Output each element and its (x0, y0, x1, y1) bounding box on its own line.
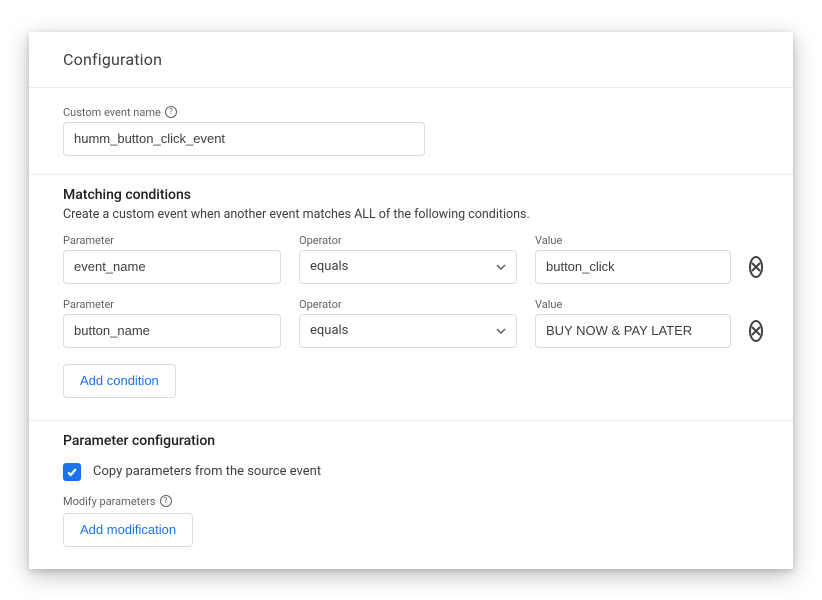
condition-row: Parameter Operator equals Value (63, 298, 759, 348)
operator-value: equals (310, 259, 348, 274)
operator-label: Operator (299, 298, 517, 311)
parameter-input[interactable] (63, 250, 281, 284)
chevron-down-icon (496, 264, 506, 270)
operator-select[interactable]: equals (299, 250, 517, 284)
operator-select[interactable]: equals (299, 314, 517, 348)
value-input[interactable] (535, 250, 731, 284)
close-icon (751, 262, 761, 272)
custom-event-section: Custom event name ? (29, 88, 793, 162)
chevron-down-icon (496, 328, 506, 334)
header-section: Configuration (29, 32, 793, 75)
value-label: Value (535, 298, 731, 311)
value-input[interactable] (535, 314, 731, 348)
matching-heading: Matching conditions (63, 187, 759, 203)
value-label: Value (535, 234, 731, 247)
custom-event-label: Custom event name ? (63, 106, 759, 119)
operator-value: equals (310, 323, 348, 338)
condition-row: Parameter Operator equals Value (63, 234, 759, 284)
operator-label: Operator (299, 234, 517, 247)
configuration-panel: Configuration Custom event name ? Matchi… (29, 32, 793, 569)
matching-conditions-section: Matching conditions Create a custom even… (29, 175, 793, 404)
check-icon (66, 466, 78, 478)
close-icon (751, 326, 761, 336)
parameter-label: Parameter (63, 298, 281, 311)
add-modification-button[interactable]: Add modification (63, 513, 193, 547)
copy-parameters-label: Copy parameters from the source event (93, 464, 321, 479)
modify-parameters-label-text: Modify parameters (63, 495, 156, 508)
parameter-label: Parameter (63, 234, 281, 247)
custom-event-name-input[interactable] (63, 122, 425, 156)
modify-parameters-label: Modify parameters ? (63, 495, 759, 508)
copy-parameters-row: Copy parameters from the source event (63, 463, 759, 481)
remove-condition-button[interactable] (749, 320, 763, 342)
parameter-input[interactable] (63, 314, 281, 348)
help-icon[interactable]: ? (160, 495, 172, 507)
parameter-config-section: Parameter configuration Copy parameters … (29, 421, 793, 569)
custom-event-label-text: Custom event name (63, 106, 161, 119)
add-condition-button[interactable]: Add condition (63, 364, 176, 398)
copy-parameters-checkbox[interactable] (63, 463, 81, 481)
help-icon[interactable]: ? (165, 106, 177, 118)
remove-condition-button[interactable] (749, 256, 763, 278)
page-title: Configuration (63, 50, 759, 69)
matching-description: Create a custom event when another event… (63, 207, 759, 222)
parameter-config-heading: Parameter configuration (63, 433, 759, 449)
